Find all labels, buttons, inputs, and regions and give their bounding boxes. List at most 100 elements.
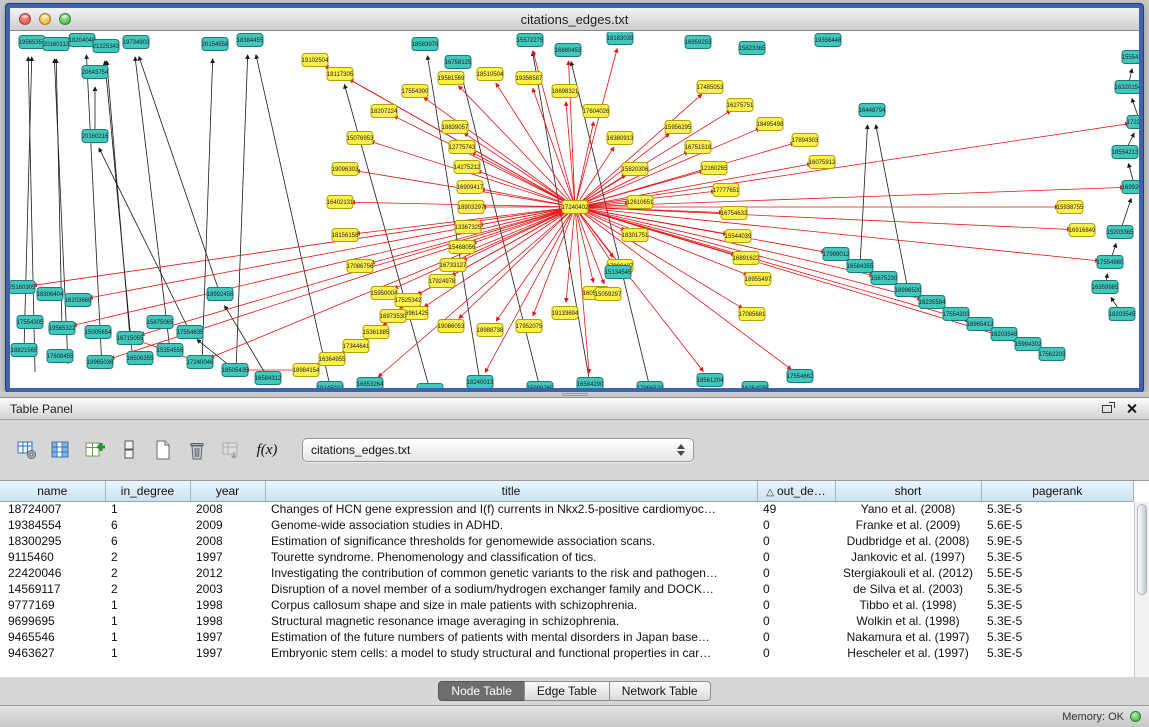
graph-node[interactable]: 18839057 bbox=[442, 121, 469, 134]
graph-node[interactable]: 19133694 bbox=[552, 307, 579, 320]
graph-node[interactable]: 13367325 bbox=[455, 221, 482, 234]
graph-node[interactable]: 15203365 bbox=[1107, 226, 1134, 239]
graph-node[interactable]: 17924978 bbox=[429, 275, 456, 288]
graph-node[interactable]: 15544039 bbox=[725, 230, 752, 243]
graph-node[interactable]: 20160216 bbox=[82, 130, 109, 143]
row-options-button[interactable] bbox=[114, 435, 144, 465]
graph-node[interactable]: 18203545 bbox=[1109, 308, 1136, 321]
column-header-name[interactable]: name bbox=[0, 481, 105, 501]
graph-node[interactable]: 17562203 bbox=[1039, 348, 1066, 361]
graph-node[interactable]: 17894303 bbox=[792, 134, 819, 147]
graph-node[interactable]: 18183039 bbox=[607, 32, 634, 45]
graph-node[interactable]: 18903297 bbox=[458, 201, 485, 214]
table-row[interactable]: 1872400712008Changes of HCN gene express… bbox=[0, 501, 1134, 517]
graph-node[interactable]: 16506355 bbox=[127, 352, 154, 365]
close-panel-button[interactable] bbox=[1123, 401, 1139, 417]
graph-node[interactable]: 16402131 bbox=[327, 196, 354, 209]
graph-node[interactable]: 16909417 bbox=[457, 181, 484, 194]
table-settings-button[interactable] bbox=[12, 435, 42, 465]
graph-node[interactable]: 16916849 bbox=[1069, 224, 1096, 237]
graph-node[interactable]: 17999012 bbox=[823, 248, 850, 261]
graph-node[interactable]: 18384455 bbox=[237, 34, 264, 47]
scrollbar-thumb[interactable] bbox=[1137, 504, 1147, 595]
delete-table-button[interactable] bbox=[182, 435, 212, 465]
network-graph[interactable]: 1851050419356587186983211760402616380913… bbox=[10, 32, 1139, 388]
graph-node[interactable]: 17777651 bbox=[713, 184, 740, 197]
graph-node[interactable]: 18510504 bbox=[477, 68, 504, 81]
select-columns-button[interactable] bbox=[46, 435, 76, 465]
splitter-grip-icon[interactable] bbox=[562, 393, 588, 396]
graph-node[interactable]: 16584355 bbox=[847, 260, 874, 273]
graph-node[interactable]: 19356587 bbox=[516, 72, 543, 85]
graph-node[interactable]: 16754632 bbox=[721, 207, 748, 220]
column-header-in_degree[interactable]: in_degree bbox=[105, 481, 190, 501]
graph-node[interactable]: 17554635 bbox=[177, 326, 204, 339]
graph-node[interactable]: 25160305 bbox=[10, 281, 36, 294]
table-row[interactable]: 1830029562008Estimation of significance … bbox=[0, 533, 1134, 549]
graph-node[interactable]: 14275212 bbox=[454, 161, 481, 174]
graph-node[interactable]: 16715055 bbox=[117, 332, 144, 345]
table-row[interactable]: 1456911722003Disruption of a novel membe… bbox=[0, 581, 1134, 597]
graph-node[interactable]: 18495498 bbox=[757, 118, 784, 131]
graph-node[interactable]: 17608455 bbox=[47, 350, 74, 363]
graph-node[interactable]: 17223301 bbox=[1127, 116, 1139, 129]
graph-node[interactable]: 15572275 bbox=[517, 34, 544, 47]
graph-node[interactable]: 17996523 bbox=[637, 382, 664, 389]
graph-node[interactable]: 16380913 bbox=[607, 132, 634, 145]
table-row[interactable]: 911546021997Tourette syndrome. Phenomeno… bbox=[0, 549, 1134, 565]
graph-node[interactable]: 17554980 bbox=[1097, 256, 1124, 269]
graph-node[interactable]: 15468056 bbox=[449, 241, 476, 254]
graph-node[interactable]: 12775743 bbox=[449, 141, 476, 154]
graph-node[interactable]: 15998265 bbox=[527, 382, 554, 389]
graph-node[interactable]: 16235584 bbox=[919, 296, 946, 309]
graph-node[interactable]: 16275751 bbox=[727, 99, 754, 112]
close-window-icon[interactable] bbox=[19, 13, 31, 25]
graph-node[interactable]: 19086053 bbox=[438, 320, 465, 333]
graph-node[interactable]: 18698321 bbox=[552, 85, 579, 98]
graph-node[interactable]: 15354556 bbox=[157, 344, 184, 357]
graph-node[interactable]: 18505435 bbox=[222, 364, 249, 377]
graph-node[interactable]: 15956295 bbox=[665, 121, 692, 134]
graph-node[interactable]: 18306404 bbox=[37, 288, 64, 301]
graph-node[interactable]: 16584312 bbox=[255, 372, 282, 385]
column-header-year[interactable]: year bbox=[190, 481, 265, 501]
graph-node[interactable]: 18561204 bbox=[697, 374, 724, 387]
graph-node[interactable]: 15076953 bbox=[347, 132, 374, 145]
graph-node[interactable]: 18583979 bbox=[412, 38, 439, 51]
import-table-button[interactable] bbox=[216, 435, 246, 465]
table-row[interactable]: 946362711997Embryonic stem cells: a mode… bbox=[0, 645, 1134, 661]
graph-node[interactable]: 16075912 bbox=[809, 156, 836, 169]
vertical-scrollbar[interactable] bbox=[1134, 502, 1149, 677]
graph-node[interactable]: 15134545 bbox=[605, 266, 632, 279]
graph-node[interactable]: 20154558 bbox=[202, 38, 229, 51]
graph-node[interactable]: 17085681 bbox=[739, 308, 766, 321]
graph-node[interactable]: 15938755 bbox=[1057, 201, 1084, 214]
graph-node[interactable]: 18996520 bbox=[895, 284, 922, 297]
graph-node[interactable]: 15005654 bbox=[85, 326, 112, 339]
graph-node[interactable]: 17086756 bbox=[347, 260, 374, 273]
graph-node[interactable]: 18955497 bbox=[745, 273, 772, 286]
graph-node[interactable]: 17952075 bbox=[516, 320, 543, 333]
float-panel-button[interactable] bbox=[1099, 401, 1115, 417]
graph-node[interactable]: 19965036 bbox=[87, 356, 114, 369]
table-row[interactable]: 1938455462009Genome-wide association stu… bbox=[0, 517, 1134, 533]
graph-node[interactable]: 18965412 bbox=[967, 318, 994, 331]
graph-node[interactable]: 16992035 bbox=[1122, 181, 1139, 194]
graph-node[interactable]: 17554203 bbox=[943, 308, 970, 321]
graph-node[interactable]: 16959253 bbox=[685, 36, 712, 49]
graph-node[interactable]: 15994302 bbox=[1015, 338, 1042, 351]
graph-node[interactable]: 17525342 bbox=[395, 294, 422, 307]
graph-node[interactable]: 16359985 bbox=[1092, 281, 1119, 294]
graph-node[interactable]: 19245032 bbox=[317, 382, 344, 389]
graph-node[interactable]: 16584290 bbox=[577, 378, 604, 389]
graph-node[interactable]: 15059297 bbox=[595, 288, 622, 301]
graph-node[interactable]: 16733127 bbox=[440, 259, 467, 272]
graph-node[interactable]: 19734903 bbox=[123, 36, 150, 49]
graph-node[interactable]: 21225343 bbox=[93, 40, 120, 53]
graph-node[interactable]: 17240046 bbox=[187, 356, 214, 369]
graph-node[interactable]: 18554213 bbox=[1112, 146, 1139, 159]
window-titlebar[interactable]: citations_edges.txt bbox=[10, 8, 1139, 31]
table-row[interactable]: 969969511998Structural magnetic resonanc… bbox=[0, 613, 1134, 629]
graph-node[interactable]: 18984154 bbox=[293, 364, 320, 377]
graph-node[interactable]: 15554203 bbox=[1122, 51, 1139, 64]
